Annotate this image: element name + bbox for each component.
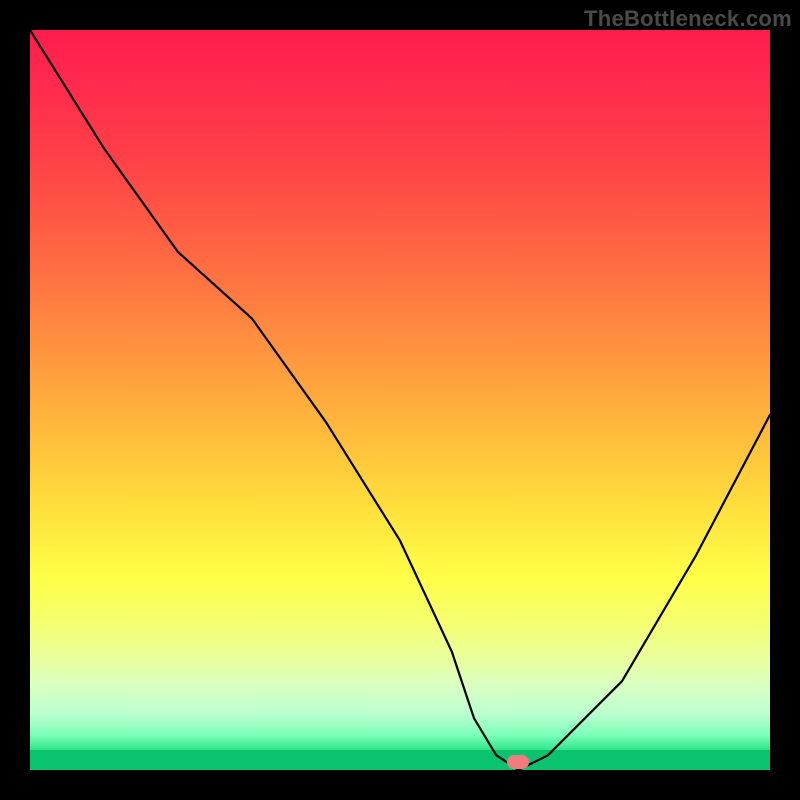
- bottleneck-curve: [30, 30, 770, 770]
- chart-container: TheBottleneck.com: [0, 0, 800, 800]
- plot-area: [30, 30, 770, 770]
- watermark-text: TheBottleneck.com: [584, 6, 792, 32]
- optimal-point-marker: [507, 755, 529, 769]
